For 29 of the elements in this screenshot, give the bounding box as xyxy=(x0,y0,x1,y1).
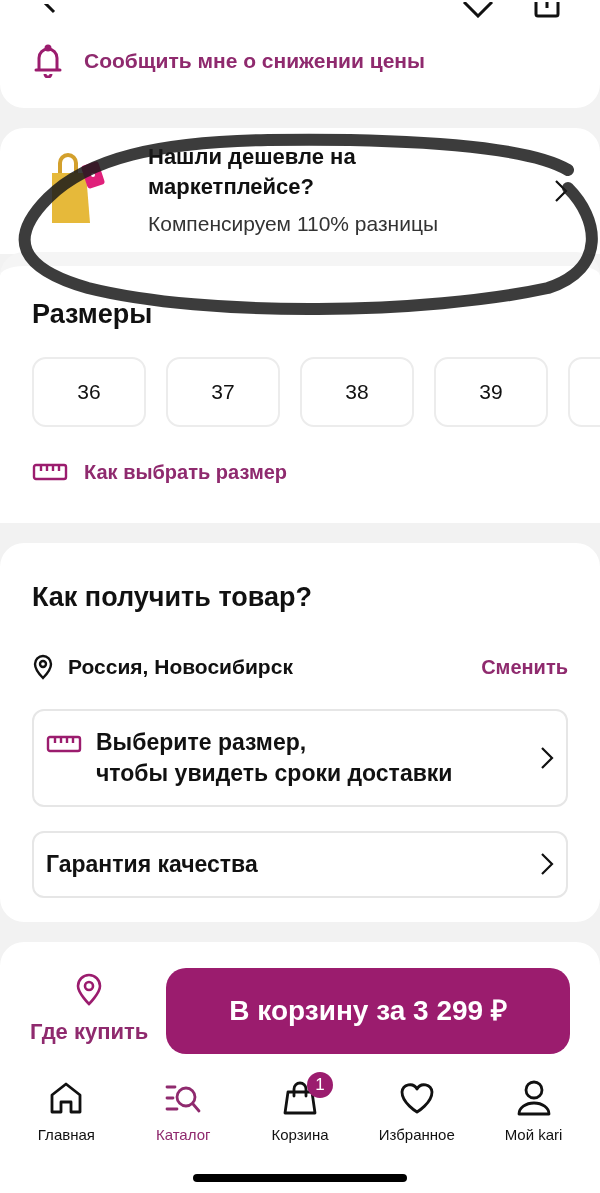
size-option[interactable]: 37 xyxy=(166,356,280,427)
chevron-right-icon xyxy=(540,745,554,770)
location-pin-icon xyxy=(32,653,54,680)
tab-bar-item[interactable]: Каталог xyxy=(128,1071,239,1146)
ruler-icon xyxy=(46,734,82,753)
bell-icon xyxy=(34,44,62,78)
change-location-link[interactable]: Сменить xyxy=(481,651,568,682)
tab-bar-item[interactable]: Избранное xyxy=(361,1071,472,1146)
where-to-buy-button[interactable]: Где купить xyxy=(30,973,149,1048)
location-pin-icon xyxy=(75,973,104,1007)
tab-bar-item[interactable]: 1 Корзина xyxy=(245,1071,355,1146)
cart-count-badge: 1 xyxy=(307,1071,333,1098)
chevron-right-icon xyxy=(554,179,568,203)
share-icon[interactable] xyxy=(534,2,560,18)
delivery-option[interactable]: Выберите размер, чтобы увидеть сроки доставки xyxy=(32,708,568,807)
size-option[interactable]: 36 xyxy=(32,356,146,427)
size-option[interactable]: 38 xyxy=(300,356,414,427)
chevron-right-icon xyxy=(540,852,554,876)
section-title: Размеры xyxy=(31,298,154,331)
ruler-icon xyxy=(32,462,68,481)
tab-bar-item[interactable]: Мой kari xyxy=(478,1071,589,1146)
size-option[interactable]: 39 xyxy=(434,356,548,427)
promo-subtitle: Компенсируем 110% разницы xyxy=(148,211,440,238)
add-to-cart-button[interactable]: В корзину за 3 299 ₽ xyxy=(166,967,570,1054)
size-guide-link[interactable]: Как выбрать размер xyxy=(84,456,288,487)
delivery-option[interactable]: Гарантия качества xyxy=(32,830,568,898)
tab-bar-item[interactable]: Главная xyxy=(11,1071,122,1146)
location-text: Россия, Новосибирск xyxy=(68,654,294,680)
section-title: Как получить товар? xyxy=(32,580,313,614)
